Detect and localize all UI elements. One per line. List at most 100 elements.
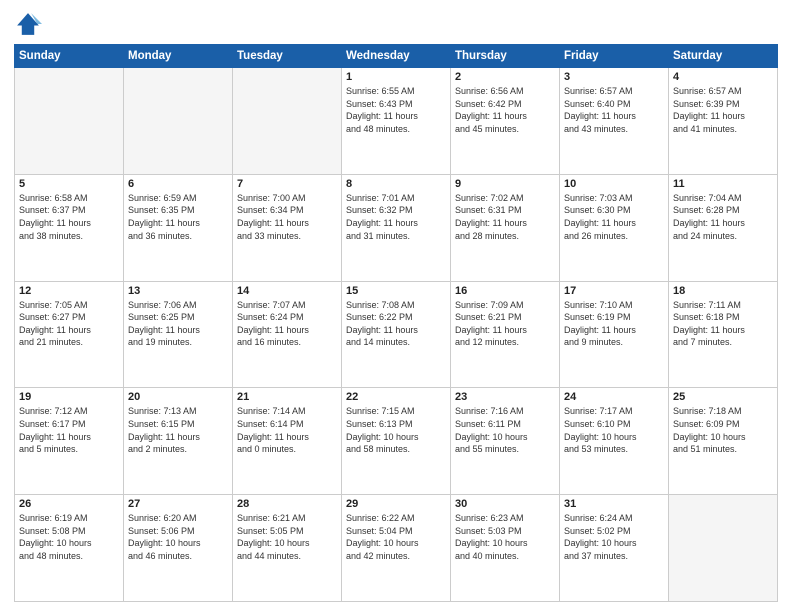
col-header-tuesday: Tuesday — [233, 45, 342, 68]
week-row-2: 5 Sunrise: 6:58 AM Sunset: 6:37 PM Daylig… — [15, 174, 778, 281]
day-info: Sunrise: 6:23 AM Sunset: 5:03 PM Dayligh… — [455, 512, 555, 562]
day-info: Sunrise: 7:05 AM Sunset: 6:27 PM Dayligh… — [19, 299, 119, 349]
day-info: Sunrise: 7:08 AM Sunset: 6:22 PM Dayligh… — [346, 299, 446, 349]
day-number: 23 — [455, 391, 555, 403]
day-info: Sunrise: 7:02 AM Sunset: 6:31 PM Dayligh… — [455, 192, 555, 242]
day-cell — [669, 495, 778, 602]
day-cell: 15 Sunrise: 7:08 AM Sunset: 6:22 PM Dayli… — [342, 281, 451, 388]
day-info: Sunrise: 7:06 AM Sunset: 6:25 PM Dayligh… — [128, 299, 228, 349]
day-cell: 24 Sunrise: 7:17 AM Sunset: 6:10 PM Dayli… — [560, 388, 669, 495]
day-cell: 11Sunrise: 7:04 AM Sunset: 6:28 PM Dayli… — [669, 174, 778, 281]
day-cell — [233, 68, 342, 175]
day-info: Sunrise: 6:58 AM Sunset: 6:37 PM Dayligh… — [19, 192, 119, 242]
day-info: Sunrise: 7:03 AM Sunset: 6:30 PM Dayligh… — [564, 192, 664, 242]
day-info: Sunrise: 7:17 AM Sunset: 6:10 PM Dayligh… — [564, 405, 664, 455]
day-cell: 28 Sunrise: 6:21 AM Sunset: 5:05 PM Dayli… — [233, 495, 342, 602]
day-number: 12 — [19, 285, 119, 297]
day-cell: 1Sunrise: 6:55 AM Sunset: 6:43 PM Daylig… — [342, 68, 451, 175]
day-info: Sunrise: 6:20 AM Sunset: 5:06 PM Dayligh… — [128, 512, 228, 562]
day-info: Sunrise: 7:13 AM Sunset: 6:15 PM Dayligh… — [128, 405, 228, 455]
day-cell: 5 Sunrise: 6:58 AM Sunset: 6:37 PM Daylig… — [15, 174, 124, 281]
day-number: 27 — [128, 498, 228, 510]
day-number: 14 — [237, 285, 337, 297]
day-cell: 19 Sunrise: 7:12 AM Sunset: 6:17 PM Dayli… — [15, 388, 124, 495]
col-header-wednesday: Wednesday — [342, 45, 451, 68]
day-number: 24 — [564, 391, 664, 403]
day-cell: 30Sunrise: 6:23 AM Sunset: 5:03 PM Dayli… — [451, 495, 560, 602]
day-number: 26 — [19, 498, 119, 510]
day-number: 22 — [346, 391, 446, 403]
day-cell: 17 Sunrise: 7:10 AM Sunset: 6:19 PM Dayli… — [560, 281, 669, 388]
day-cell: 26 Sunrise: 6:19 AM Sunset: 5:08 PM Dayli… — [15, 495, 124, 602]
day-info: Sunrise: 6:56 AM Sunset: 6:42 PM Dayligh… — [455, 85, 555, 135]
day-cell: 21Sunrise: 7:14 AM Sunset: 6:14 PM Dayli… — [233, 388, 342, 495]
day-info: Sunrise: 7:09 AM Sunset: 6:21 PM Dayligh… — [455, 299, 555, 349]
day-cell — [124, 68, 233, 175]
day-number: 6 — [128, 178, 228, 190]
day-number: 19 — [19, 391, 119, 403]
day-info: Sunrise: 7:00 AM Sunset: 6:34 PM Dayligh… — [237, 192, 337, 242]
day-info: Sunrise: 6:59 AM Sunset: 6:35 PM Dayligh… — [128, 192, 228, 242]
day-info: Sunrise: 6:19 AM Sunset: 5:08 PM Dayligh… — [19, 512, 119, 562]
col-header-friday: Friday — [560, 45, 669, 68]
day-number: 7 — [237, 178, 337, 190]
day-cell: 13 Sunrise: 7:06 AM Sunset: 6:25 PM Dayli… — [124, 281, 233, 388]
day-info: Sunrise: 6:57 AM Sunset: 6:39 PM Dayligh… — [673, 85, 773, 135]
day-number: 8 — [346, 178, 446, 190]
day-info: Sunrise: 6:57 AM Sunset: 6:40 PM Dayligh… — [564, 85, 664, 135]
day-number: 15 — [346, 285, 446, 297]
day-number: 9 — [455, 178, 555, 190]
day-number: 29 — [346, 498, 446, 510]
day-info: Sunrise: 6:24 AM Sunset: 5:02 PM Dayligh… — [564, 512, 664, 562]
day-number: 1 — [346, 71, 446, 83]
day-cell: 18Sunrise: 7:11 AM Sunset: 6:18 PM Dayli… — [669, 281, 778, 388]
day-cell: 25Sunrise: 7:18 AM Sunset: 6:09 PM Dayli… — [669, 388, 778, 495]
day-cell: 27 Sunrise: 6:20 AM Sunset: 5:06 PM Dayli… — [124, 495, 233, 602]
day-number: 17 — [564, 285, 664, 297]
day-cell: 16 Sunrise: 7:09 AM Sunset: 6:21 PM Dayli… — [451, 281, 560, 388]
day-cell: 14 Sunrise: 7:07 AM Sunset: 6:24 PM Dayli… — [233, 281, 342, 388]
week-row-3: 12 Sunrise: 7:05 AM Sunset: 6:27 PM Dayli… — [15, 281, 778, 388]
day-number: 4 — [673, 71, 773, 83]
day-info: Sunrise: 7:01 AM Sunset: 6:32 PM Dayligh… — [346, 192, 446, 242]
day-cell: 23Sunrise: 7:16 AM Sunset: 6:11 PM Dayli… — [451, 388, 560, 495]
day-info: Sunrise: 7:18 AM Sunset: 6:09 PM Dayligh… — [673, 405, 773, 455]
day-info: Sunrise: 7:14 AM Sunset: 6:14 PM Dayligh… — [237, 405, 337, 455]
col-header-thursday: Thursday — [451, 45, 560, 68]
day-number: 28 — [237, 498, 337, 510]
header — [14, 10, 778, 38]
day-info: Sunrise: 7:10 AM Sunset: 6:19 PM Dayligh… — [564, 299, 664, 349]
day-number: 3 — [564, 71, 664, 83]
page: SundayMondayTuesdayWednesdayThursdayFrid… — [0, 0, 792, 612]
day-cell: 12 Sunrise: 7:05 AM Sunset: 6:27 PM Dayli… — [15, 281, 124, 388]
day-cell: 4 Sunrise: 6:57 AM Sunset: 6:39 PM Daylig… — [669, 68, 778, 175]
calendar: SundayMondayTuesdayWednesdayThursdayFrid… — [14, 44, 778, 602]
logo-icon — [14, 10, 42, 38]
day-number: 31 — [564, 498, 664, 510]
day-cell: 7 Sunrise: 7:00 AM Sunset: 6:34 PM Daylig… — [233, 174, 342, 281]
day-cell: 10Sunrise: 7:03 AM Sunset: 6:30 PM Dayli… — [560, 174, 669, 281]
col-header-sunday: Sunday — [15, 45, 124, 68]
week-row-5: 26 Sunrise: 6:19 AM Sunset: 5:08 PM Dayli… — [15, 495, 778, 602]
day-number: 18 — [673, 285, 773, 297]
day-number: 5 — [19, 178, 119, 190]
day-cell: 8 Sunrise: 7:01 AM Sunset: 6:32 PM Daylig… — [342, 174, 451, 281]
day-cell: 3 Sunrise: 6:57 AM Sunset: 6:40 PM Daylig… — [560, 68, 669, 175]
day-cell: 31 Sunrise: 6:24 AM Sunset: 5:02 PM Dayli… — [560, 495, 669, 602]
col-header-saturday: Saturday — [669, 45, 778, 68]
day-info: Sunrise: 7:15 AM Sunset: 6:13 PM Dayligh… — [346, 405, 446, 455]
day-cell — [15, 68, 124, 175]
day-cell: 29Sunrise: 6:22 AM Sunset: 5:04 PM Dayli… — [342, 495, 451, 602]
day-info: Sunrise: 7:12 AM Sunset: 6:17 PM Dayligh… — [19, 405, 119, 455]
day-info: Sunrise: 7:04 AM Sunset: 6:28 PM Dayligh… — [673, 192, 773, 242]
day-cell: 6 Sunrise: 6:59 AM Sunset: 6:35 PM Daylig… — [124, 174, 233, 281]
logo — [14, 10, 46, 38]
day-cell: 2 Sunrise: 6:56 AM Sunset: 6:42 PM Daylig… — [451, 68, 560, 175]
week-row-4: 19 Sunrise: 7:12 AM Sunset: 6:17 PM Dayli… — [15, 388, 778, 495]
header-row: SundayMondayTuesdayWednesdayThursdayFrid… — [15, 45, 778, 68]
day-info: Sunrise: 7:07 AM Sunset: 6:24 PM Dayligh… — [237, 299, 337, 349]
day-number: 16 — [455, 285, 555, 297]
day-number: 2 — [455, 71, 555, 83]
day-number: 13 — [128, 285, 228, 297]
day-info: Sunrise: 6:21 AM Sunset: 5:05 PM Dayligh… — [237, 512, 337, 562]
